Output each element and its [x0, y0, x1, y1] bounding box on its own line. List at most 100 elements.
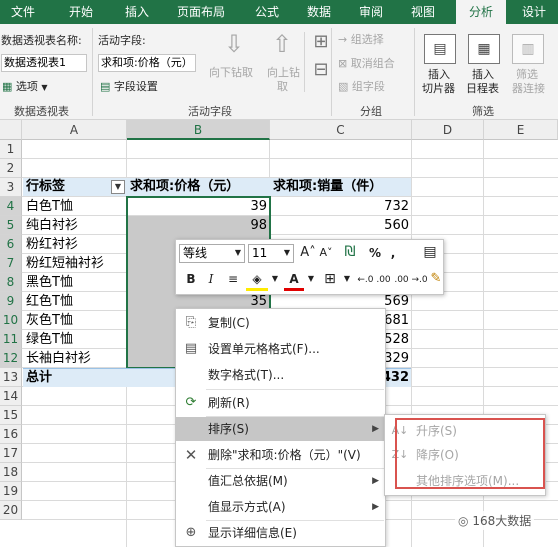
row-header[interactable]: 10: [0, 311, 22, 330]
row-header[interactable]: 1: [0, 140, 22, 159]
number-format-icon[interactable]: ₪: [339, 243, 361, 261]
tab-review[interactable]: 审阅: [348, 0, 394, 24]
row-header[interactable]: 3: [0, 178, 22, 197]
italic-button[interactable]: I: [202, 270, 220, 288]
row-header[interactable]: 20: [0, 501, 22, 520]
menu-item-remove-field[interactable]: ✕ 删除"求和项:价格（元）"(V): [176, 443, 385, 467]
column-header-c[interactable]: C: [270, 120, 412, 140]
row-header[interactable]: 4: [0, 197, 22, 216]
percent-style-icon[interactable]: %: [366, 244, 384, 262]
collapse-field-icon[interactable]: ⊟: [310, 60, 332, 80]
pivot-row-label: 白色T恤: [26, 199, 73, 214]
ungroup-button[interactable]: ⊠ 取消组合: [338, 57, 395, 71]
decrease-decimal-icon[interactable]: .00 →.0: [393, 271, 429, 289]
tab-view[interactable]: 视图: [400, 0, 446, 24]
menu-item-number-format[interactable]: 数字格式(T)...: [176, 363, 385, 387]
row-header[interactable]: 18: [0, 463, 22, 482]
copy-icon: ⎘: [185, 315, 197, 330]
row-header[interactable]: 7: [0, 254, 22, 273]
group-selection-button[interactable]: → 组选择: [338, 33, 384, 47]
price-cell[interactable]: 39: [127, 197, 270, 216]
filter-dropdown-icon[interactable]: ▼: [111, 180, 125, 194]
clear-format-icon[interactable]: ✎: [428, 270, 444, 288]
tab-analyze[interactable]: 分析: [456, 0, 506, 24]
pivot-name-input[interactable]: 数据透视表1: [1, 54, 87, 72]
column-header-b[interactable]: B: [127, 120, 270, 140]
chevron-down-icon[interactable]: ▼: [306, 270, 316, 288]
comma-style-icon[interactable]: ,: [386, 244, 400, 262]
menu-item-summarize-by[interactable]: 值汇总依据(M) ▶: [176, 469, 385, 493]
row-header[interactable]: 15: [0, 406, 22, 425]
chevron-right-icon: ▶: [372, 502, 379, 512]
tab-design[interactable]: 设计: [510, 0, 558, 24]
insert-slicer-button[interactable]: 插入: [428, 68, 450, 82]
tab-page-layout[interactable]: 页面布局: [168, 0, 234, 24]
tab-formulas[interactable]: 公式: [244, 0, 290, 24]
row-header[interactable]: 13: [0, 368, 22, 387]
highlight-frame: [395, 418, 545, 489]
tab-file[interactable]: 文件: [0, 0, 46, 24]
fill-color-icon[interactable]: ◈: [246, 270, 268, 291]
ribbon-separator: [414, 28, 415, 116]
pivot-total-label: 总计: [26, 370, 53, 385]
timeline-icon: ▦: [468, 34, 500, 64]
price-cell[interactable]: 98: [127, 216, 270, 235]
row-header[interactable]: 6: [0, 235, 22, 254]
refresh-icon: ⟳: [185, 395, 197, 410]
sales-cell[interactable]: 732: [270, 197, 412, 216]
row-header[interactable]: 11: [0, 330, 22, 349]
row-header[interactable]: 2: [0, 159, 22, 178]
pivot-row-label: 黑色T恤: [26, 275, 73, 290]
menu-item-copy[interactable]: ⎘ 复制(C): [176, 311, 385, 335]
menu-item-sort[interactable]: 排序(S) ▶: [176, 417, 385, 441]
row-header[interactable]: 8: [0, 273, 22, 292]
pivot-row-label: 粉红衬衫: [26, 237, 79, 252]
increase-decimal-icon[interactable]: ←.0 .00: [356, 271, 392, 289]
menu-item-show-details[interactable]: ⊕ 显示详细信息(E): [176, 521, 385, 545]
drill-up-button[interactable]: 向上钻: [267, 66, 300, 80]
row-header[interactable]: 9: [0, 292, 22, 311]
menu-item-show-values-as[interactable]: 值显示方式(A) ▶: [176, 495, 385, 519]
row-header[interactable]: 12: [0, 349, 22, 368]
active-field-input[interactable]: 求和项:价格（元）: [98, 54, 196, 72]
menu-item-label: 复制(C): [208, 316, 250, 330]
options-button[interactable]: ▦ 选项 ▼: [2, 80, 48, 95]
pivot-row-label: 粉红短袖衬衫: [26, 256, 105, 271]
tab-insert[interactable]: 插入: [112, 0, 162, 24]
menu-item-format-cells[interactable]: ▤ 设置单元格格式(F)...: [176, 337, 385, 361]
sales-cell[interactable]: 560: [270, 216, 412, 235]
ribbon-separator: [304, 32, 305, 92]
filter-connections-button[interactable]: 筛选: [516, 68, 538, 82]
row-header[interactable]: 19: [0, 482, 22, 501]
drill-down-button[interactable]: 向下钻取: [209, 66, 253, 80]
select-all-corner[interactable]: [0, 120, 22, 140]
bold-button[interactable]: B: [182, 270, 200, 288]
show-details-icon: ⊕: [185, 525, 197, 540]
tab-data[interactable]: 数据: [296, 0, 342, 24]
row-header[interactable]: 14: [0, 387, 22, 406]
pivot-row-label: 绿色T恤: [26, 332, 73, 347]
row-header[interactable]: 5: [0, 216, 22, 235]
increase-font-icon[interactable]: A˄: [299, 244, 317, 262]
expand-field-icon[interactable]: ⊞: [310, 32, 332, 52]
group-label-active-field: 活动字段: [188, 105, 232, 118]
group-field-button[interactable]: ▧ 组字段: [338, 80, 385, 94]
tab-home[interactable]: 开始: [56, 0, 106, 24]
format-cells-icon: ▤: [184, 341, 198, 356]
chevron-down-icon[interactable]: ▼: [342, 270, 352, 288]
column-header-e[interactable]: E: [484, 120, 558, 140]
chevron-down-icon[interactable]: ▼: [270, 270, 280, 288]
column-header-d[interactable]: D: [412, 120, 484, 140]
font-color-icon[interactable]: A: [284, 270, 304, 291]
column-header-a[interactable]: A: [22, 120, 127, 140]
insert-timeline-button[interactable]: 插入: [472, 68, 494, 82]
menu-item-refresh[interactable]: ⟳ 刷新(R): [176, 391, 385, 415]
row-header[interactable]: 17: [0, 444, 22, 463]
row-header[interactable]: 16: [0, 425, 22, 444]
field-settings-button[interactable]: ▤ 字段设置: [100, 80, 158, 94]
align-center-icon[interactable]: ≡: [224, 270, 242, 288]
format-painter-icon[interactable]: ▤: [420, 243, 440, 261]
decrease-font-icon[interactable]: A˅: [317, 244, 335, 262]
borders-icon[interactable]: ⊞: [320, 270, 340, 288]
menu-item-label: 删除"求和项:价格（元）"(V): [208, 448, 361, 462]
